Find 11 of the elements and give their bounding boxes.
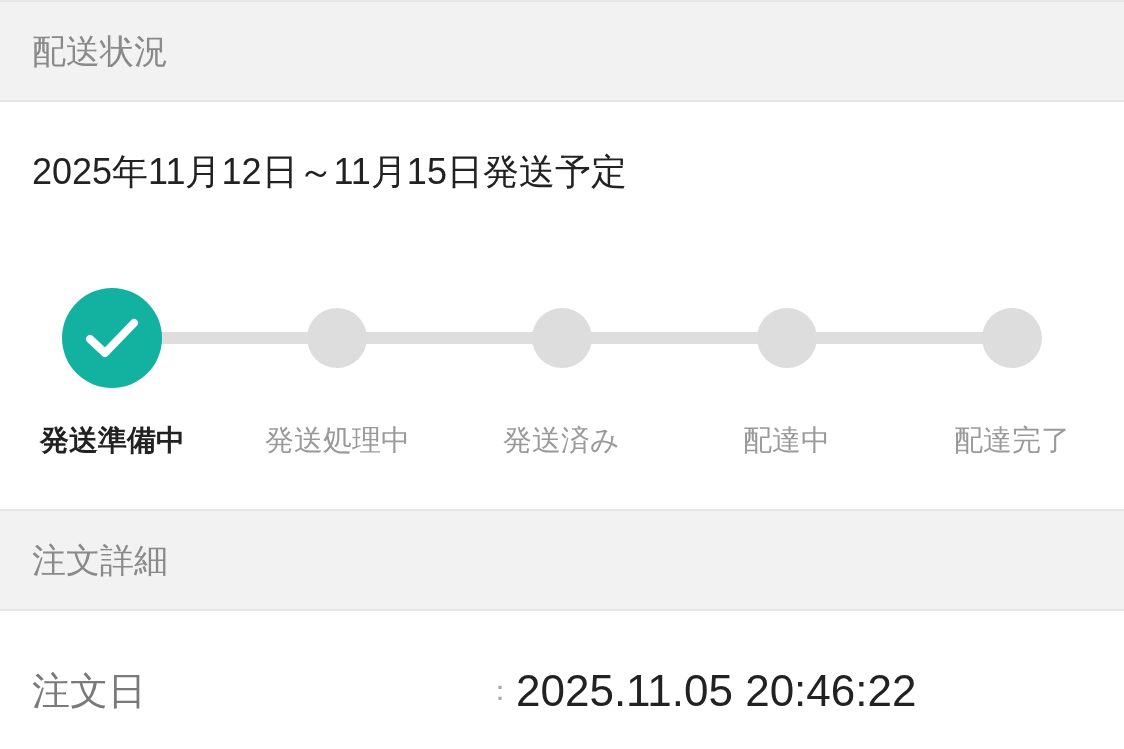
step-label: 発送済み <box>503 423 621 458</box>
step-label: 配達完了 <box>953 423 1070 458</box>
step-label: 配達中 <box>743 423 831 458</box>
field-separator: ： <box>486 674 514 708</box>
section-title: 注文詳細 <box>32 540 168 581</box>
field-label: 注文日 <box>32 669 147 714</box>
section-title: 配送状況 <box>32 31 168 72</box>
step-label: 発送処理中 <box>264 423 410 458</box>
field-value: 2025.11.05 20:46:22 <box>516 667 917 715</box>
step-label: 発送準備中 <box>39 423 185 458</box>
shipping-estimate: 2025年11月12日～11月15日発送予定 <box>32 151 627 192</box>
